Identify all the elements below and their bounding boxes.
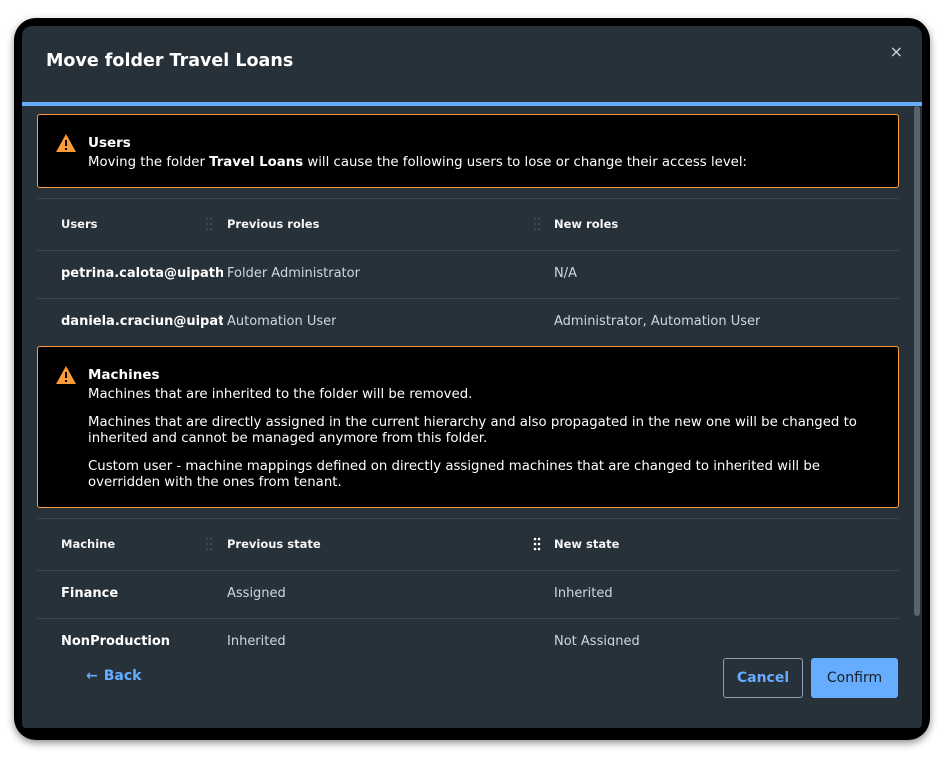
users-alert-prefix: Moving the folder [88, 155, 210, 170]
close-icon[interactable]: × [890, 42, 903, 61]
cancel-button[interactable]: Cancel [723, 658, 803, 698]
column-resize-handle-icon[interactable] [533, 537, 541, 551]
column-header-machine[interactable]: Machine [61, 537, 115, 551]
user-email: daniela.craciun@uipat... [61, 314, 223, 329]
users-alert-heading: Users [88, 135, 131, 151]
previous-role: Automation User [227, 314, 337, 329]
dialog-header: Move folder Travel Loans × [22, 26, 922, 102]
new-role: Administrator, Automation User [554, 314, 761, 329]
machines-table-header: Machine Previous state New state [37, 518, 899, 570]
new-state: Not Assigned [554, 634, 640, 646]
table-row[interactable]: Finance Assigned Inherited [37, 570, 899, 618]
arrow-left-icon: ← [86, 668, 98, 684]
column-header-new-state[interactable]: New state [554, 537, 619, 551]
back-button[interactable]: ← Back [86, 668, 141, 684]
warning-icon [56, 134, 76, 152]
previous-state: Assigned [227, 586, 286, 601]
table-row[interactable]: daniela.craciun@uipat... Automation User… [37, 298, 899, 346]
column-header-previous-roles[interactable]: Previous roles [227, 217, 319, 231]
users-alert-text: Moving the folder Travel Loans will caus… [88, 155, 878, 171]
machines-alert-line-2: Machines that are directly assigned in t… [88, 415, 857, 446]
machine-name: Finance [61, 586, 119, 601]
table-row[interactable]: petrina.calota@uipath.... Folder Adminis… [37, 250, 899, 298]
column-header-users[interactable]: Users [61, 217, 98, 231]
column-resize-handle-icon[interactable] [533, 217, 541, 231]
table-row[interactable]: NonProduction Inherited Not Assigned [37, 618, 899, 646]
machines-alert-line-3: Custom user - machine mappings defined o… [88, 459, 820, 490]
previous-state: Inherited [227, 634, 286, 646]
vertical-scrollbar[interactable] [914, 106, 920, 616]
dialog-title: Move folder Travel Loans [46, 51, 294, 71]
warning-icon [56, 366, 76, 384]
folder-name: Travel Loans [209, 155, 304, 170]
column-header-previous-state[interactable]: Previous state [227, 537, 321, 551]
confirm-button[interactable]: Confirm [811, 658, 898, 698]
machines-alert-heading: Machines [88, 367, 160, 383]
users-table-header: Users Previous roles New roles [37, 198, 899, 250]
move-folder-dialog: Move folder Travel Loans × Users Moving … [22, 26, 922, 728]
column-resize-handle-icon[interactable] [205, 217, 213, 231]
column-header-new-roles[interactable]: New roles [554, 217, 618, 231]
dialog-footer: ← Back Cancel Confirm [22, 646, 922, 728]
machines-warning-alert: Machines Machines that are inherited to … [37, 346, 899, 508]
back-label: Back [103, 668, 142, 684]
dialog-body: Users Moving the folder Travel Loans wil… [22, 106, 922, 646]
new-state: Inherited [554, 586, 613, 601]
new-role: N/A [554, 266, 577, 281]
users-warning-alert: Users Moving the folder Travel Loans wil… [37, 114, 899, 188]
user-email: petrina.calota@uipath.... [61, 266, 223, 281]
column-resize-handle-icon[interactable] [205, 537, 213, 551]
users-alert-suffix: will cause the following users to lose o… [303, 155, 748, 170]
machine-name: NonProduction [61, 634, 171, 646]
previous-role: Folder Administrator [227, 266, 360, 281]
machines-alert-line-1: Machines that are inherited to the folde… [88, 387, 473, 402]
